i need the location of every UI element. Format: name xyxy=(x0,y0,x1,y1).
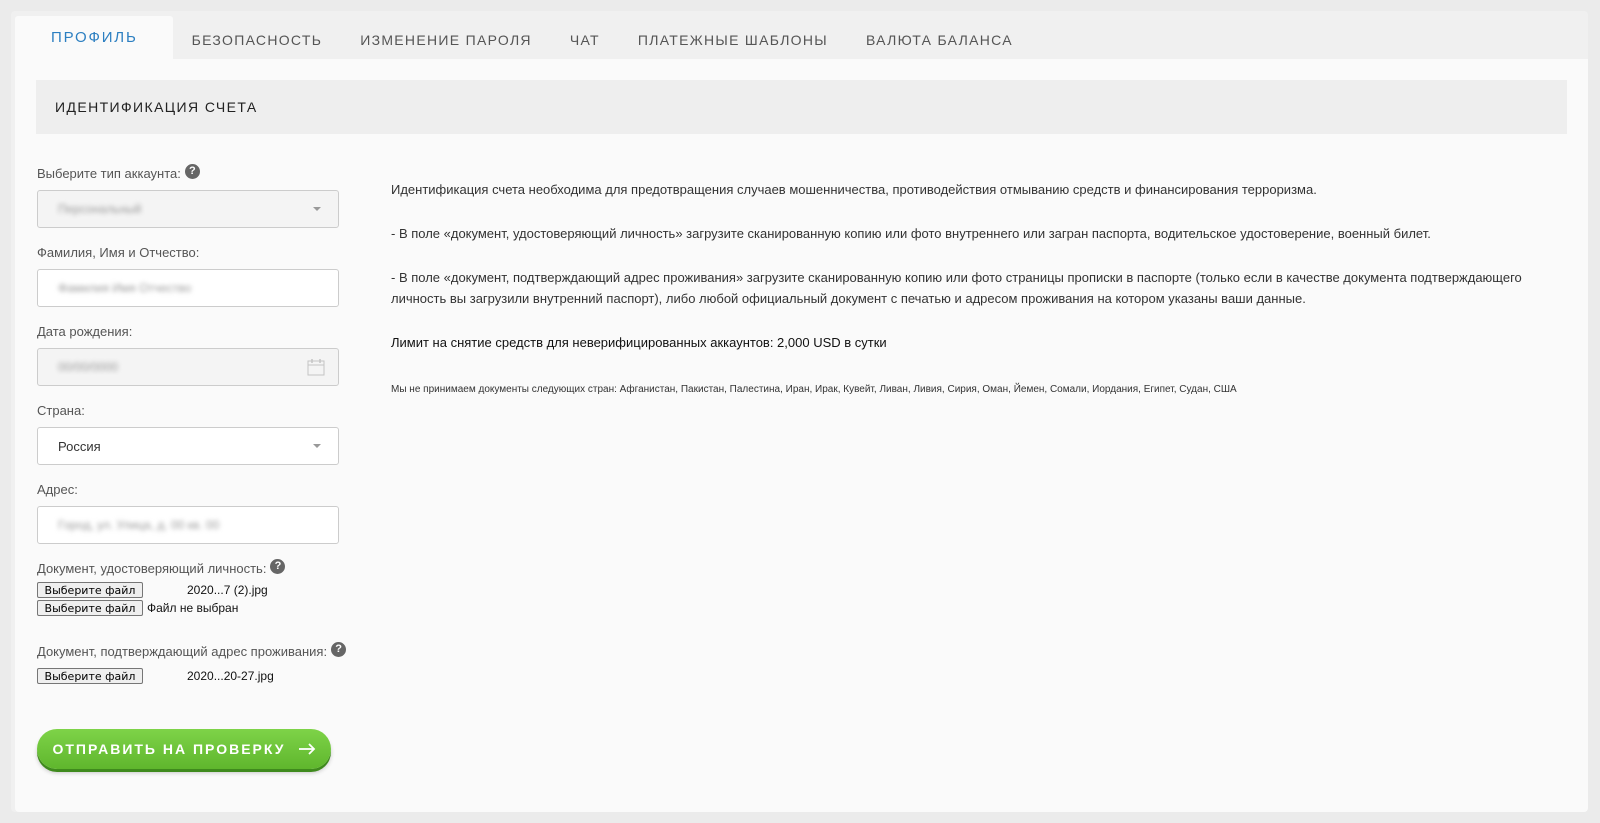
id-document-file-row: Выберите файл 2020...7 (2).jpg xyxy=(37,581,347,599)
help-icon[interactable]: ? xyxy=(184,163,200,179)
submit-for-review-button[interactable]: ОТПРАВИТЬ НА ПРОВЕРКУ xyxy=(37,729,331,769)
help-icon[interactable]: ? xyxy=(270,558,286,574)
tab-profile[interactable]: ПРОФИЛЬ xyxy=(15,16,173,64)
tab-balance-currency[interactable]: ВАЛЮТА БАЛАНСА xyxy=(847,16,1032,64)
verification-form: Выберите тип аккаунта: ? Персональный Фа… xyxy=(37,163,347,769)
calendar-icon xyxy=(307,359,325,376)
section-header: ИДЕНТИФИКАЦИЯ СЧЕТА xyxy=(36,80,1567,134)
profile-panel: ИДЕНТИФИКАЦИЯ СЧЕТА Выберите тип аккаунт… xyxy=(15,59,1588,812)
address-document-label-text: Документ, подтверждающий адрес проживани… xyxy=(37,643,328,659)
id-document-choose-file-button-2[interactable]: Выберите файл xyxy=(37,600,143,616)
verification-info: Идентификация счета необходима для предо… xyxy=(391,179,1541,423)
tab-change-password[interactable]: ИЗМЕНЕНИЕ ПАРОЛЯ xyxy=(341,16,551,64)
account-type-value: Персональный xyxy=(58,202,142,216)
address-document-file-row: Выберите файл 2020...20-27.jpg xyxy=(37,667,347,685)
tab-payment-templates[interactable]: ПЛАТЕЖНЫЕ ШАБЛОНЫ xyxy=(619,16,847,64)
country-value: Россия xyxy=(58,438,101,454)
withdrawal-limit-text: Лимит на снятие средств для неверифициро… xyxy=(391,335,887,350)
id-document-label: Документ, удостоверяющий личность: ? xyxy=(37,558,347,578)
birth-date-input[interactable]: 00/00/0000 xyxy=(37,348,339,386)
id-document-file-row-2: Выберите файл Файл не выбран xyxy=(37,599,347,617)
address-document-file-name: 2020...20-27.jpg xyxy=(187,669,274,683)
address-document-choose-file-button[interactable]: Выберите файл xyxy=(37,668,143,684)
help-icon[interactable]: ? xyxy=(331,641,347,657)
account-type-label-text: Выберите тип аккаунта: xyxy=(37,165,181,181)
birth-date-value: 00/00/0000 xyxy=(58,360,119,374)
account-type-label: Выберите тип аккаунта: ? xyxy=(37,163,347,183)
info-intro: Идентификация счета необходима для предо… xyxy=(391,182,1317,197)
excluded-countries-text: Мы не принимаем документы следующих стра… xyxy=(391,384,1237,395)
full-name-value: Фамилия Имя Отчество xyxy=(58,281,192,295)
arrow-right-icon xyxy=(298,743,315,755)
full-name-input[interactable]: Фамилия Имя Отчество xyxy=(37,269,339,307)
birth-date-label: Дата рождения: xyxy=(37,323,133,339)
account-type-select[interactable]: Персональный xyxy=(37,190,339,228)
chevron-down-icon xyxy=(313,207,321,211)
chevron-down-icon xyxy=(313,444,321,448)
settings-window: ПРОФИЛЬ БЕЗОПАСНОСТЬ ИЗМЕНЕНИЕ ПАРОЛЯ ЧА… xyxy=(11,11,1588,812)
id-document-file-name: 2020...7 (2).jpg xyxy=(187,583,268,597)
address-value: Город, ул. Улица, д. 00 кв. 00 xyxy=(58,518,220,532)
id-document-label-text: Документ, удостоверяющий личность: xyxy=(37,560,267,576)
tab-chat[interactable]: ЧАТ xyxy=(551,16,619,64)
id-document-choose-file-button[interactable]: Выберите файл xyxy=(37,582,143,598)
section-title: ИДЕНТИФИКАЦИЯ СЧЕТА xyxy=(55,99,258,115)
tab-security[interactable]: БЕЗОПАСНОСТЬ xyxy=(173,16,342,64)
info-address-instructions: - В поле «документ, подтверждающий адрес… xyxy=(391,270,1522,306)
tab-bar: ПРОФИЛЬ БЕЗОПАСНОСТЬ ИЗМЕНЕНИЕ ПАРОЛЯ ЧА… xyxy=(15,16,1032,64)
full-name-label: Фамилия, Имя и Отчество: xyxy=(37,244,200,260)
country-select[interactable]: Россия xyxy=(37,427,339,465)
submit-label: ОТПРАВИТЬ НА ПРОВЕРКУ xyxy=(52,741,286,757)
country-label: Страна: xyxy=(37,402,85,418)
address-label: Адрес: xyxy=(37,481,78,497)
address-input[interactable]: Город, ул. Улица, д. 00 кв. 00 xyxy=(37,506,339,544)
address-document-label: Документ, подтверждающий адрес проживани… xyxy=(37,641,347,661)
id-document-no-file-text: Файл не выбран xyxy=(147,601,239,615)
info-id-instructions: - В поле «документ, удостоверяющий лично… xyxy=(391,226,1431,241)
